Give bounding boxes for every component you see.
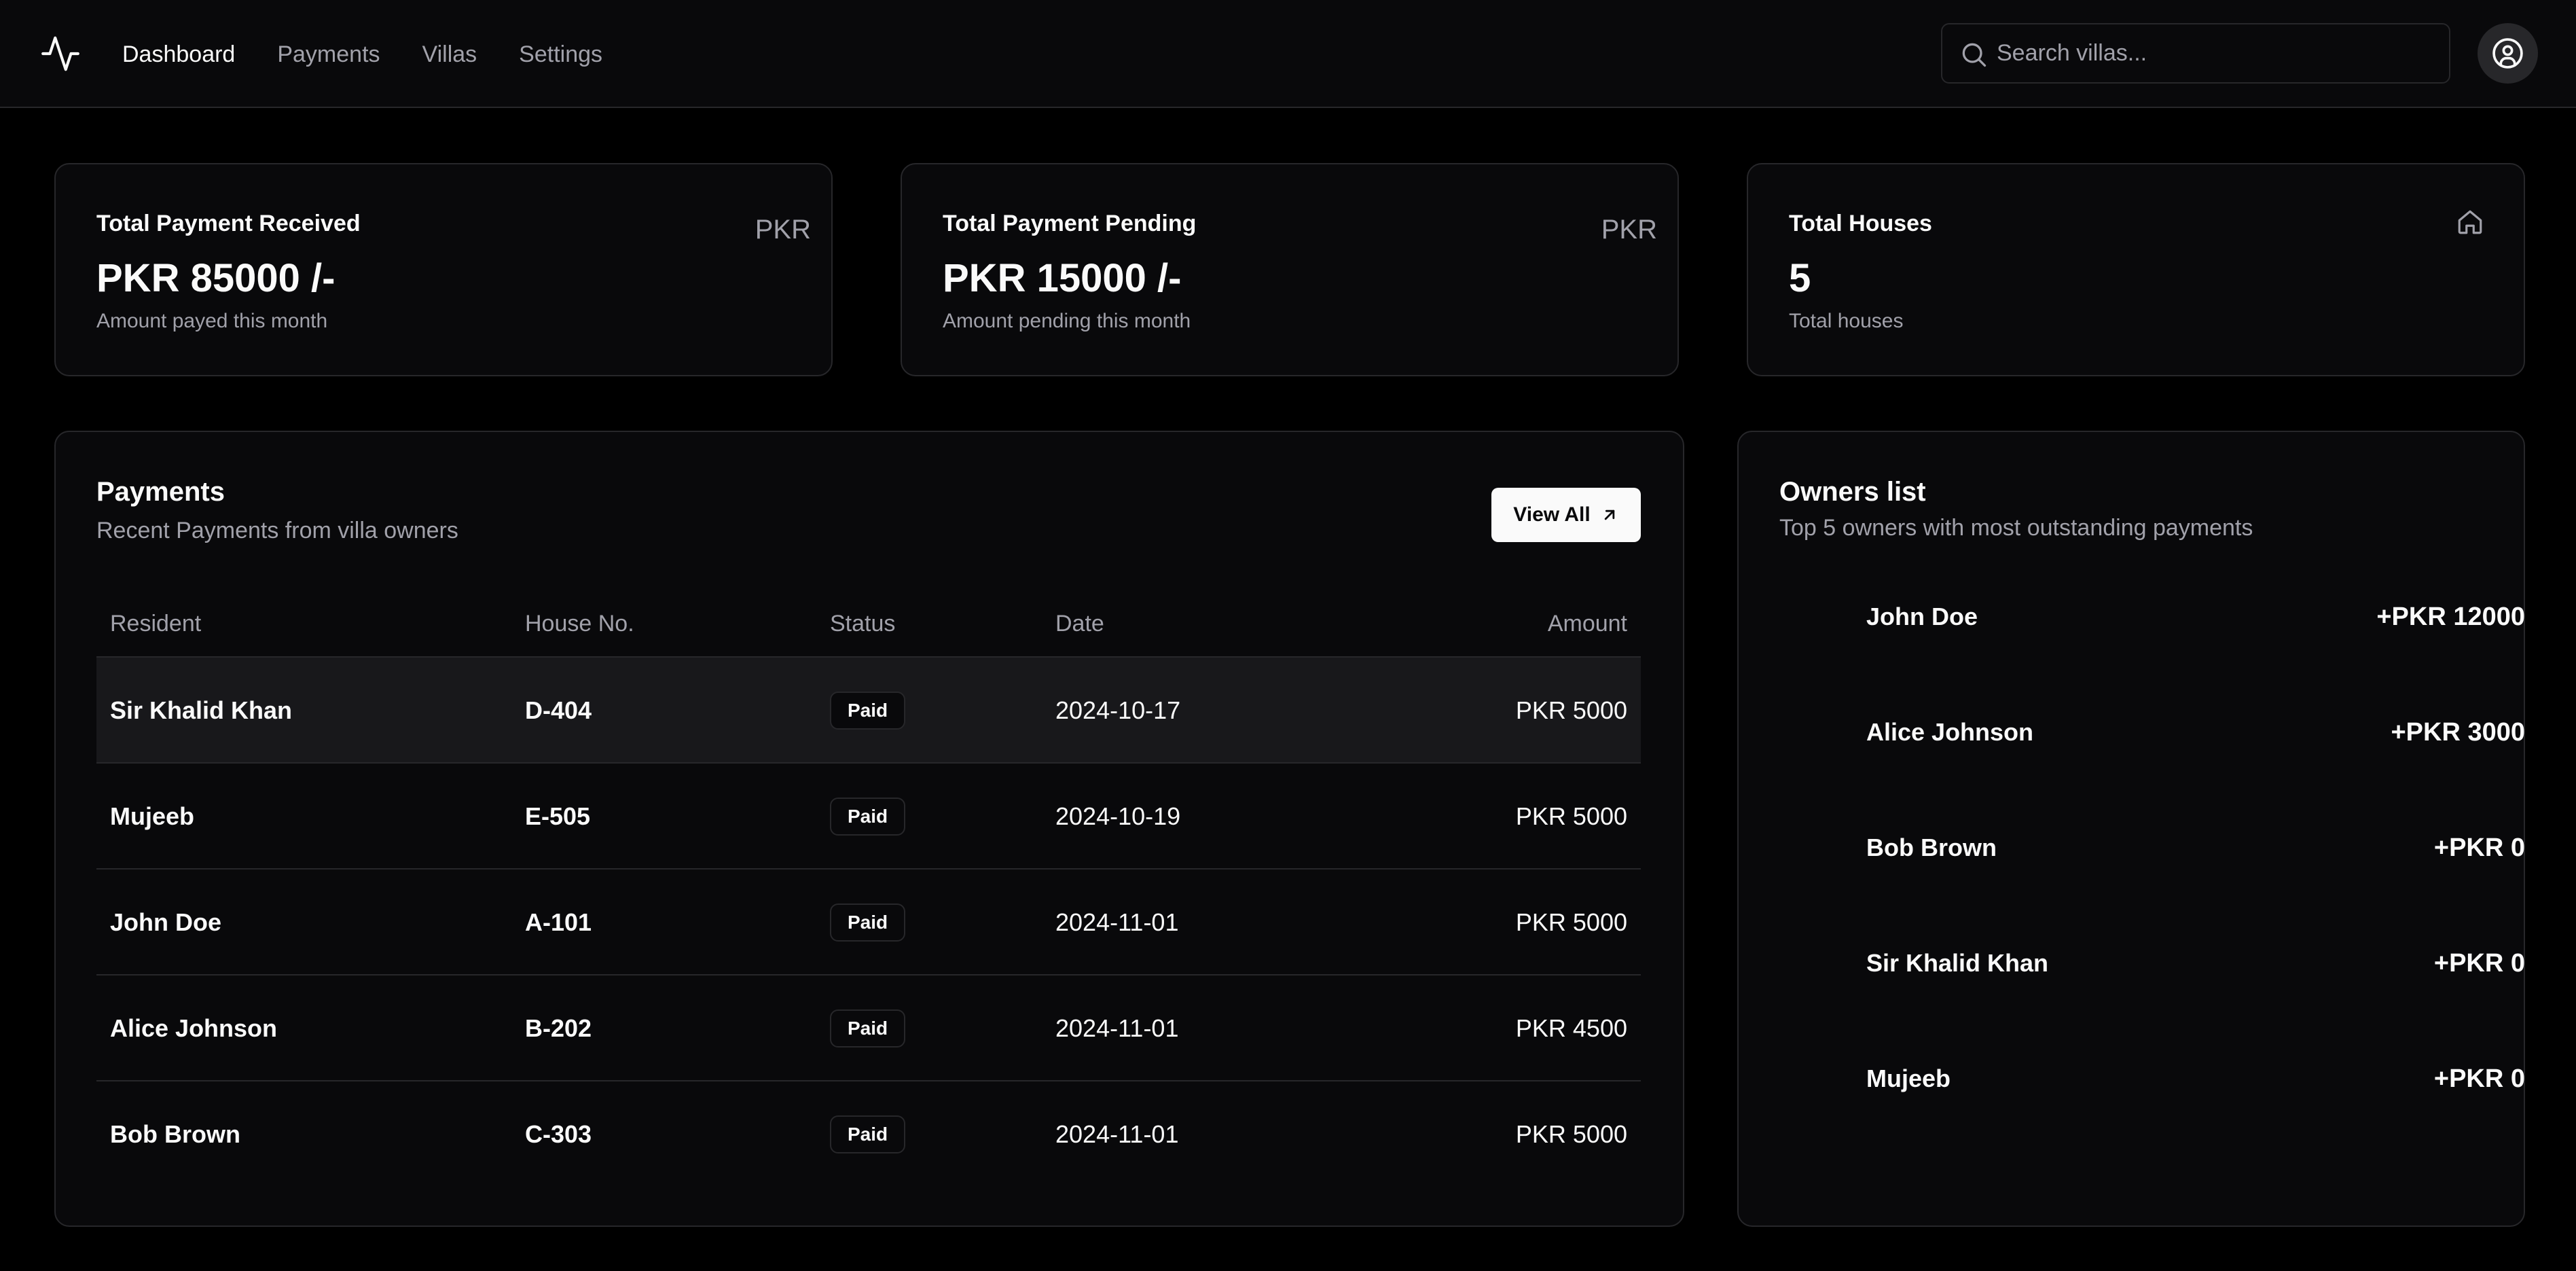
owner-amount: +PKR 0 [2433,834,2525,862]
cell-house: D-404 [525,696,592,724]
list-item[interactable]: Bob Brown +PKR 0 [1739,827,2525,868]
owners-list: John Doe +PKR 12000 Alice Johnson +PKR 3… [1739,432,2525,1228]
table-header: Resident House No. Status Date Amount [96,590,1641,658]
nav-settings[interactable]: Settings [519,35,602,73]
main-nav: Dashboard Payments Villas Settings [122,35,602,73]
stat-card-houses: Total Houses 5 Total houses [1747,163,2525,376]
owner-name: John Doe [1866,603,1978,630]
payments-card: Payments Recent Payments from villa owne… [54,431,1684,1227]
stat-card-pending: Total Payment Pending PKR PKR 15000 /- A… [901,163,1679,376]
payments-subtitle: Recent Payments from villa owners [96,518,458,543]
list-item[interactable]: Alice Johnson +PKR 3000 [1739,712,2525,753]
home-icon [2458,210,2482,234]
cell-resident: Sir Khalid Khan [110,696,293,724]
cell-resident: John Doe [110,908,222,936]
top-navbar: Dashboard Payments Villas Settings [0,0,2576,108]
owner-amount: +PKR 0 [2433,1064,2525,1093]
nav-dashboard[interactable]: Dashboard [122,35,235,73]
cell-resident: Mujeeb [110,802,195,830]
column-header-status: Status [830,611,896,637]
user-menu-button[interactable] [2478,23,2538,84]
stat-card-received: Total Payment Received PKR PKR 85000 /- … [54,163,833,376]
column-header-resident: Resident [110,611,202,637]
column-header-date: Date [1055,611,1104,637]
stat-subtitle: Amount pending this month [943,310,1191,332]
list-item[interactable]: Sir Khalid Khan +PKR 0 [1739,943,2525,984]
cell-house: C-303 [525,1120,592,1148]
list-item[interactable]: John Doe +PKR 12000 [1739,596,2525,637]
status-badge: Paid [830,903,906,942]
owners-card: Owners list Top 5 owners with most outst… [1737,431,2525,1227]
cell-date: 2024-10-17 [1055,696,1181,724]
search-box[interactable] [1941,23,2450,84]
payments-title: Payments [96,477,225,507]
activity-logo-icon[interactable] [39,33,81,75]
owner-name: Alice Johnson [1866,718,2034,746]
cell-house: E-505 [525,802,591,830]
cell-amount: PKR 5000 [1515,696,1627,724]
view-all-button[interactable]: View All [1491,488,1641,542]
nav-payments[interactable]: Payments [277,35,380,73]
cell-amount: PKR 4500 [1515,1014,1627,1042]
currency-tag: PKR [755,215,811,245]
cell-date: 2024-11-01 [1055,1120,1179,1148]
owner-name: Bob Brown [1866,834,1997,861]
nav-villas[interactable]: Villas [422,35,477,73]
owner-name: Mujeeb [1866,1064,1951,1092]
owner-amount: +PKR 0 [2433,949,2525,978]
stat-value: PKR 85000 /- [96,256,335,300]
cell-date: 2024-10-19 [1055,802,1181,830]
column-header-house: House No. [525,611,634,637]
cell-house: B-202 [525,1014,592,1042]
cell-amount: PKR 5000 [1515,908,1627,936]
stat-title: Total Payment Received [96,211,361,236]
stat-title: Total Houses [1789,211,1932,236]
status-badge: Paid [830,1115,906,1153]
table-row[interactable]: Alice Johnson B-202 Paid 2024-11-01 PKR … [96,975,1641,1081]
cell-amount: PKR 5000 [1515,1120,1627,1148]
list-item[interactable]: Mujeeb +PKR 0 [1739,1058,2525,1099]
cell-resident: Alice Johnson [110,1014,278,1042]
cell-date: 2024-11-01 [1055,1014,1179,1042]
cell-house: A-101 [525,908,592,936]
owner-name: Sir Khalid Khan [1866,949,2049,977]
status-badge: Paid [830,1009,906,1048]
search-input[interactable] [1997,24,2431,82]
owner-amount: +PKR 3000 [2391,718,2525,747]
column-header-amount: Amount [1547,611,1627,637]
table-row[interactable]: Sir Khalid Khan D-404 Paid 2024-10-17 PK… [96,658,1641,764]
user-circle-icon [2492,38,2523,69]
stat-subtitle: Amount payed this month [96,310,328,332]
stat-title: Total Payment Pending [943,211,1197,236]
arrow-up-right-icon [1604,509,1614,520]
search-icon [1962,43,1987,67]
cell-resident: Bob Brown [110,1120,240,1148]
table-row[interactable]: Bob Brown C-303 Paid 2024-11-01 PKR 5000 [96,1081,1641,1187]
stat-value: 5 [1789,256,1811,300]
payments-table: Resident House No. Status Date Amount Si… [96,590,1641,1187]
table-row[interactable]: Mujeeb E-505 Paid 2024-10-19 PKR 5000 [96,764,1641,870]
currency-tag: PKR [1601,215,1657,245]
view-all-label: View All [1513,503,1591,526]
owner-amount: +PKR 12000 [2376,603,2525,631]
table-row[interactable]: John Doe A-101 Paid 2024-11-01 PKR 5000 [96,870,1641,975]
cell-date: 2024-11-01 [1055,908,1179,936]
cell-amount: PKR 5000 [1515,802,1627,830]
status-badge: Paid [830,798,906,836]
stat-subtitle: Total houses [1789,310,1904,332]
stat-value: PKR 15000 /- [943,256,1182,300]
status-badge: Paid [830,692,906,730]
